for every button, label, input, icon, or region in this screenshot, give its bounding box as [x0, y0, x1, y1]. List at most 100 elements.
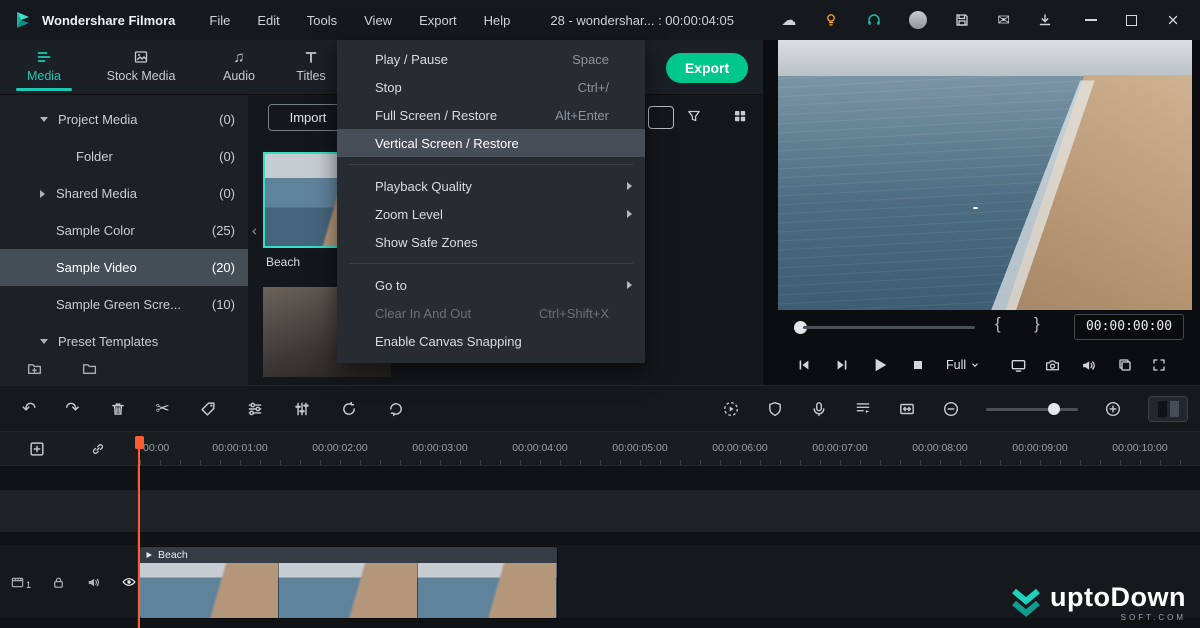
redo-icon[interactable]: ↷ — [65, 400, 79, 417]
menu-item-label: Enable Canvas Snapping — [375, 334, 522, 349]
keyframe-icon[interactable] — [340, 400, 358, 418]
tab-titles-label: Titles — [296, 69, 325, 83]
ruler-ticks — [140, 460, 1200, 465]
adjust-sliders-icon[interactable] — [246, 400, 264, 418]
menu-item-show-safe-zones[interactable]: Show Safe Zones — [337, 228, 645, 256]
copy-frame-icon[interactable] — [1117, 357, 1133, 373]
zoom-in-icon[interactable] — [1104, 400, 1122, 418]
menu-item-zoom-level[interactable]: Zoom Level — [337, 200, 645, 228]
lock-track-icon[interactable] — [51, 575, 66, 590]
delete-icon[interactable] — [109, 400, 127, 418]
sidebar-item-sample-color[interactable]: Sample Color (25) — [0, 212, 248, 249]
user-avatar[interactable] — [909, 11, 927, 29]
play-icon[interactable] — [870, 355, 890, 375]
sidebar-item-sample-video[interactable]: Sample Video (20) — [0, 249, 248, 286]
minimize-icon — [1085, 19, 1097, 21]
filter-icon[interactable] — [686, 108, 702, 124]
menu-help[interactable]: Help — [484, 13, 511, 28]
download-icon[interactable] — [1037, 12, 1053, 28]
export-button[interactable]: Export — [666, 53, 748, 83]
zoom-slider-track[interactable] — [986, 408, 1078, 411]
zoom-out-icon[interactable] — [942, 400, 960, 418]
ruler-label: 00:00:10:00 — [1112, 442, 1167, 454]
dual-monitor-icon[interactable] — [1010, 357, 1027, 374]
tag-icon[interactable] — [199, 400, 217, 418]
stop-icon[interactable] — [910, 357, 926, 373]
next-frame-icon[interactable] — [834, 357, 850, 373]
search-input[interactable] — [648, 106, 674, 129]
maximize-button[interactable] — [1126, 15, 1137, 26]
media-thumbnail-label: Beach — [266, 255, 300, 269]
marker-list-icon[interactable] — [854, 400, 872, 418]
audio-mixer-icon[interactable] — [293, 400, 311, 418]
grid-view-icon[interactable] — [732, 108, 748, 124]
menu-item-playback-quality[interactable]: Playback Quality — [337, 172, 645, 200]
zoom-slider-knob[interactable] — [1048, 403, 1060, 415]
tab-stock-media[interactable]: Stock Media — [88, 48, 194, 83]
snapshot-camera-icon[interactable] — [1044, 357, 1061, 374]
link-icon[interactable] — [90, 441, 106, 457]
hide-track-eye-icon[interactable] — [121, 574, 137, 590]
sidebar-item-sample-green-screen[interactable]: Sample Green Scre... (10) — [0, 286, 248, 323]
menu-item-label: Playback Quality — [375, 179, 472, 194]
menu-export[interactable]: Export — [419, 13, 457, 28]
seek-track[interactable] — [803, 326, 975, 329]
menu-item-go-to[interactable]: Go to — [337, 271, 645, 299]
timeline-view-toggle[interactable] — [1148, 396, 1188, 422]
menu-item-play-pause[interactable]: Play / Pause Space — [337, 45, 645, 73]
collapse-sidebar-icon[interactable] — [249, 226, 260, 237]
import-button[interactable]: Import — [268, 104, 348, 131]
sidebar-item-project-media[interactable]: Project Media (0) — [0, 101, 248, 138]
mail-icon[interactable]: ✉ — [997, 13, 1010, 28]
menu-tools[interactable]: Tools — [307, 13, 337, 28]
overlay-track-lane[interactable] — [0, 490, 1200, 532]
sidebar-item-shared-media[interactable]: Shared Media (0) — [0, 175, 248, 212]
tab-media[interactable]: Media — [16, 48, 72, 83]
tab-audio[interactable]: ♫ Audio — [208, 48, 270, 83]
sidebar-item-folder[interactable]: Folder (0) — [0, 138, 248, 175]
menu-item-vertical-screen-restore[interactable]: Vertical Screen / Restore — [337, 129, 645, 157]
split-scissors-icon[interactable]: ✂ — [156, 400, 170, 417]
menu-item-clear-in-and-out[interactable]: Clear In And Out Ctrl+Shift+X — [337, 299, 645, 327]
save-icon[interactable] — [954, 12, 970, 28]
menu-item-full-screen-restore[interactable]: Full Screen / Restore Alt+Enter — [337, 101, 645, 129]
playhead[interactable] — [138, 436, 140, 628]
render-preview-icon[interactable] — [722, 400, 740, 418]
minimize-button[interactable] — [1085, 19, 1097, 21]
clip-filmstrip — [140, 563, 557, 618]
playhead-handle[interactable] — [135, 436, 144, 449]
menu-item-stop[interactable]: Stop Ctrl+/ — [337, 73, 645, 101]
previous-frame-icon[interactable] — [796, 357, 812, 373]
fullscreen-icon[interactable] — [1151, 357, 1167, 373]
menu-item-label: Go to — [375, 278, 407, 293]
timeline-ruler[interactable]: 00:00 00:00:01:00 00:00:02:00 00:00:03:0… — [0, 432, 1200, 466]
microphone-icon[interactable] — [810, 400, 828, 418]
headset-icon[interactable] — [866, 12, 882, 28]
speed-icon[interactable] — [387, 400, 405, 418]
speaker-icon[interactable] — [1080, 357, 1097, 374]
mark-in-button[interactable]: { — [995, 314, 1001, 334]
menu-view[interactable]: View — [364, 13, 392, 28]
mark-out-button[interactable]: } — [1034, 314, 1040, 334]
preview-zoom-select[interactable]: Full — [946, 358, 980, 372]
shield-icon[interactable] — [766, 400, 784, 418]
menu-edit[interactable]: Edit — [257, 13, 279, 28]
folder-icon[interactable] — [81, 360, 98, 377]
timeline-zoom-slider[interactable] — [986, 402, 1078, 416]
add-track-icon[interactable] — [28, 440, 46, 458]
tab-titles[interactable]: Titles — [282, 48, 340, 83]
close-button[interactable] — [1166, 13, 1180, 27]
mute-track-icon[interactable] — [86, 575, 101, 590]
menu-item-enable-canvas-snapping[interactable]: Enable Canvas Snapping — [337, 327, 645, 355]
sidebar-item-preset-templates[interactable]: Preset Templates — [0, 323, 248, 360]
preview-zoom-value: Full — [946, 358, 966, 372]
item-count: (0) — [219, 149, 235, 164]
fit-to-timeline-icon[interactable] — [898, 400, 916, 418]
item-count: (25) — [212, 223, 235, 238]
new-folder-icon[interactable] — [26, 360, 43, 377]
cloud-icon[interactable]: ☁ — [781, 13, 796, 28]
timeline-clip-beach[interactable]: Beach — [140, 547, 557, 618]
bulb-icon[interactable] — [823, 12, 839, 28]
undo-icon[interactable]: ↶ — [22, 400, 36, 417]
menu-file[interactable]: File — [209, 13, 230, 28]
